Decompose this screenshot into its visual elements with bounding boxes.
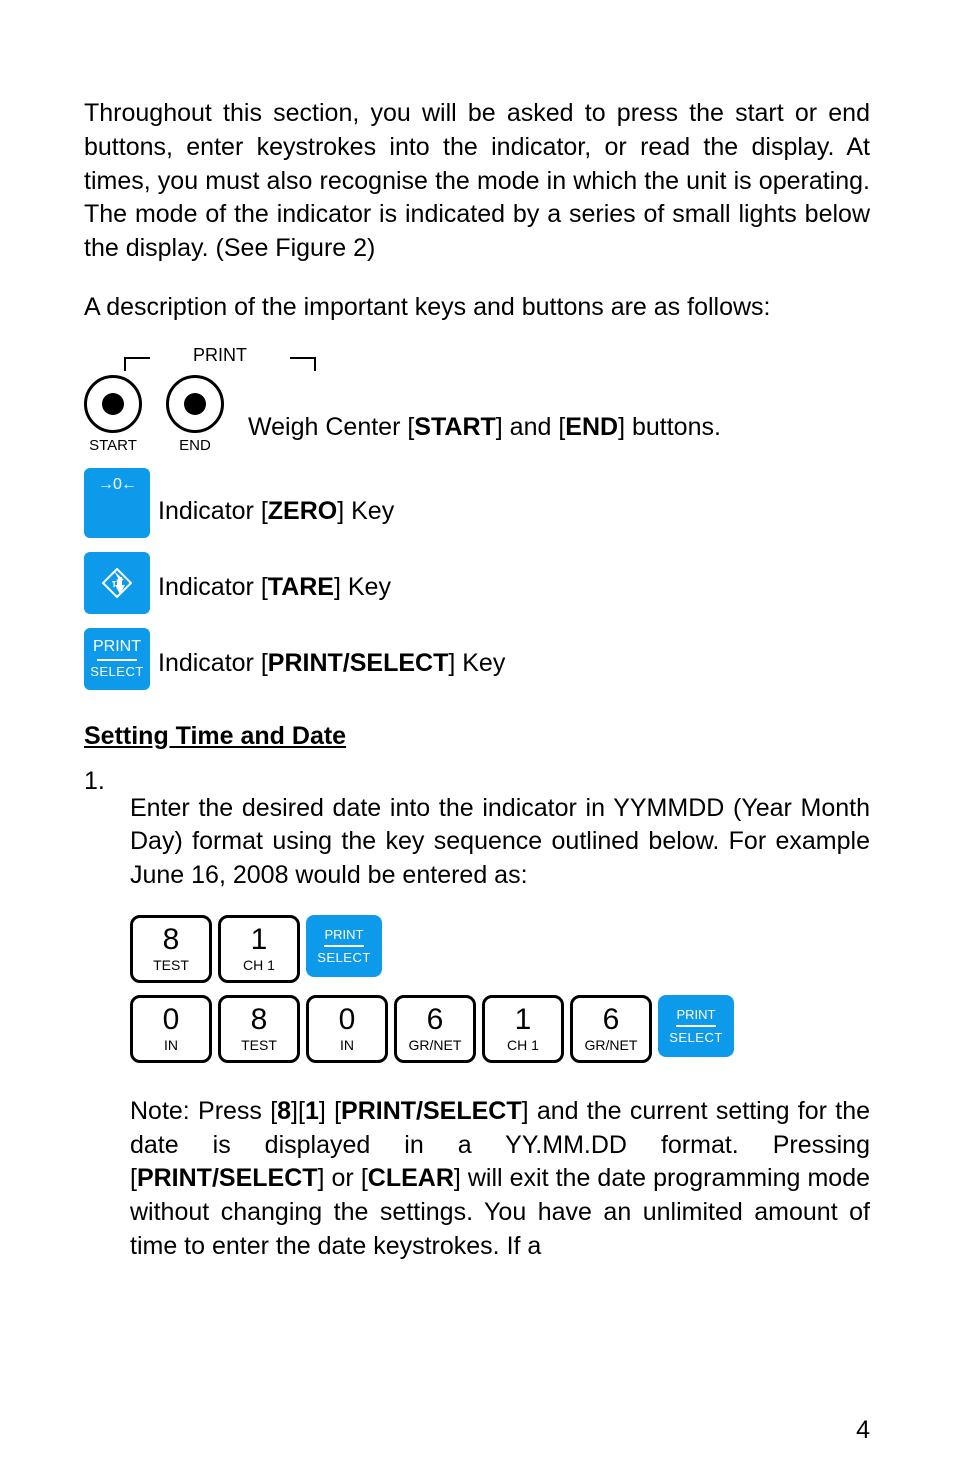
note-paragraph: Note: Press [8][1] [PRINT/SELECT] and th… [130,1095,870,1264]
tare-key[interactable]: T ↑T [84,552,150,614]
key-8-test[interactable]: 8 TEST [218,995,300,1063]
key-sublabel: CH 1 [507,1037,539,1053]
text: ][ [291,1097,305,1125]
text: ] Key [448,649,505,677]
text-bold: TARE [268,573,334,601]
key-digit: 6 [427,1005,444,1035]
text: ] and [ [496,413,566,441]
text-bold: PRINT/SELECT [268,649,449,677]
start-end-description: Weigh Center [START] and [END] buttons. [248,411,721,454]
bracket-line [290,357,316,359]
button-dot-icon [184,393,206,415]
step-text: Enter the desired date into the indicato… [130,792,870,893]
page: Throughout this section, you will be ask… [0,0,954,1475]
key-0-in[interactable]: 0 IN [306,995,388,1063]
zero-key-description: Indicator [ZERO] Key [158,495,394,538]
key-sublabel: TEST [241,1037,277,1053]
key-sublabel: IN [340,1037,354,1053]
select-label: SELECT [317,950,371,965]
key-6-grnet[interactable]: 6 GR/NET [394,995,476,1063]
key-0-in[interactable]: 0 IN [130,995,212,1063]
text: ] [ [319,1097,341,1125]
step-body: Enter the desired date into the indicato… [130,767,870,1289]
text-bold: PRINT/SELECT [341,1097,522,1125]
key-1-ch1[interactable]: 1 CH 1 [218,915,300,983]
print-bracket-label: PRINT [193,345,247,366]
key-sublabel: GR/NET [409,1037,462,1053]
key-digit: 1 [251,925,268,955]
print-select-key[interactable]: PRINT SELECT [306,915,382,977]
separator-icon [676,1025,716,1027]
step-1: 1. Enter the desired date into the indic… [84,767,870,1289]
button-circle [166,375,224,433]
tare-key-description: Indicator [TARE] Key [158,571,391,614]
text-bold: 1 [305,1097,319,1125]
section-heading: Setting Time and Date [84,722,870,751]
text-bold: CLEAR [368,1164,454,1192]
bracket-line [124,357,150,359]
bracket-line [314,357,316,371]
text: Indicator [ [158,649,268,677]
print-label: PRINT [325,927,364,942]
print-label: PRINT [677,1007,716,1022]
text-bold: START [414,413,495,441]
key-sublabel: IN [164,1037,178,1053]
page-number: 4 [856,1416,870,1445]
text: Weigh Center [ [248,413,414,441]
tare-icon: T ↑T [102,568,132,598]
key-digit: 0 [163,1005,180,1035]
text: ] buttons. [618,413,721,441]
step-number: 1. [84,767,110,1289]
bracket-line [124,357,126,371]
zero-key-row: →0← Indicator [ZERO] Key [84,468,870,538]
print-select-key-row: PRINT SELECT Indicator [PRINT/SELECT] Ke… [84,628,870,690]
start-button[interactable]: START [84,375,142,454]
end-button[interactable]: END [166,375,224,454]
keypad-row-1: 8 TEST 1 CH 1 PRINT SELECT [130,915,870,983]
key-sublabel: GR/NET [585,1037,638,1053]
print-select-description: Indicator [PRINT/SELECT] Key [158,647,505,690]
key-sublabel: CH 1 [243,957,275,973]
text: Indicator [ [158,497,268,525]
key-1-ch1[interactable]: 1 CH 1 [482,995,564,1063]
print-label: PRINT [93,638,141,656]
button-circle [84,375,142,433]
select-label: SELECT [669,1030,723,1045]
text: ] Key [334,573,391,601]
key-digit: 0 [339,1005,356,1035]
keys-section: PRINT START END Weigh Center [START] and… [84,347,870,690]
key-digit: 6 [603,1005,620,1035]
end-label: END [179,437,211,454]
svg-text:↑T: ↑T [111,578,124,590]
start-label: START [89,437,137,454]
text: ] or [ [318,1164,368,1192]
desc-paragraph: A description of the important keys and … [84,291,870,325]
zero-icon: →0← [98,476,136,494]
text: ] Key [337,497,394,525]
start-end-row: START END Weigh Center [START] and [END]… [84,375,870,454]
text: Note: Press [ [130,1097,277,1125]
key-6-grnet[interactable]: 6 GR/NET [570,995,652,1063]
print-bracket: PRINT [130,347,310,371]
text-bold: 8 [277,1097,291,1125]
keypad-row-2: 0 IN 8 TEST 0 IN 6 GR/NET 1 CH 1 [130,995,870,1063]
text-bold: ZERO [268,497,337,525]
separator-icon [324,945,364,947]
select-label: SELECT [90,664,144,679]
key-digit: 8 [251,1005,268,1035]
key-digit: 1 [515,1005,532,1035]
intro-paragraph: Throughout this section, you will be ask… [84,97,870,266]
zero-key[interactable]: →0← [84,468,150,538]
print-select-key[interactable]: PRINT SELECT [84,628,150,690]
key-8-test[interactable]: 8 TEST [130,915,212,983]
button-dot-icon [102,393,124,415]
print-select-key[interactable]: PRINT SELECT [658,995,734,1057]
key-digit: 8 [163,925,180,955]
tare-key-row: T ↑T Indicator [TARE] Key [84,552,870,614]
text-bold: PRINT/SELECT [137,1164,318,1192]
key-sublabel: TEST [153,957,189,973]
separator-icon [97,659,137,661]
text: Indicator [ [158,573,268,601]
text-bold: END [565,413,618,441]
